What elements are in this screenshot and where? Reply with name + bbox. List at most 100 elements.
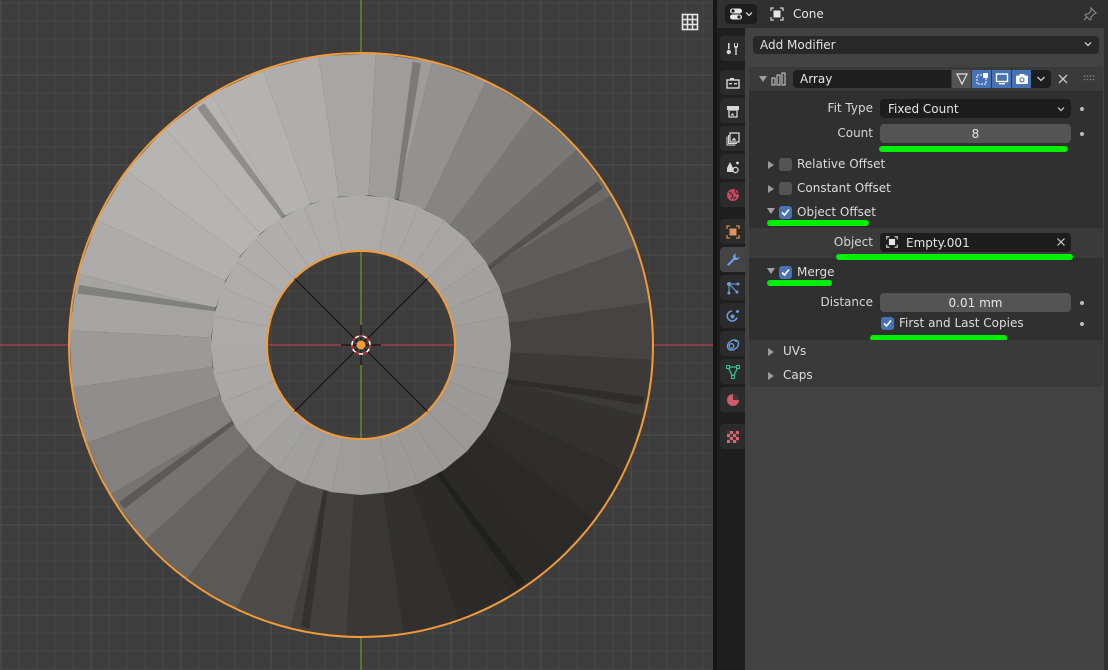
grid-icon (681, 13, 699, 31)
checkmark-icon (781, 208, 790, 217)
uvs-subpanel-header[interactable]: UVs (783, 344, 806, 358)
chevron-down-icon (1084, 42, 1092, 47)
tab-render[interactable] (720, 70, 745, 95)
tab-modifiers[interactable] (720, 247, 745, 272)
edit-mode-toggle[interactable] (972, 70, 991, 88)
mesh-data-icon (725, 364, 740, 379)
view-layer-icon (726, 131, 740, 145)
object-picker-field[interactable]: Empty.001 (880, 233, 1071, 252)
scrollbar[interactable] (1104, 28, 1108, 670)
chevron-down-icon (745, 12, 753, 17)
modifier-extras-dropdown[interactable] (1031, 70, 1051, 88)
expand-toggle-icon[interactable] (768, 185, 774, 193)
count-input[interactable]: 8 (880, 124, 1071, 143)
quad-view-toggle-button[interactable] (676, 8, 704, 36)
monitor-icon (995, 73, 1008, 85)
physics-icon (725, 309, 739, 322)
modifier-name: Array (800, 72, 833, 86)
modifier-name-input[interactable]: Array (793, 70, 951, 88)
tab-physics[interactable] (720, 303, 745, 328)
tab-tool[interactable] (720, 36, 745, 61)
first-last-copies-checkbox[interactable] (881, 317, 894, 330)
drag-handle-icon[interactable] (1083, 74, 1095, 82)
tab-particles[interactable] (720, 275, 745, 300)
first-last-copies-label: First and Last Copies (899, 316, 1024, 330)
remove-modifier-button[interactable] (1055, 70, 1071, 88)
editor-type-button[interactable] (725, 4, 757, 24)
tab-material[interactable] (720, 387, 745, 412)
animate-property-dot[interactable] (1080, 107, 1084, 111)
tool-icon (726, 42, 738, 55)
properties-tabs (717, 28, 745, 670)
object-label: Object (833, 235, 873, 249)
animate-property-dot[interactable] (1080, 132, 1084, 136)
expand-toggle-icon[interactable] (768, 348, 774, 356)
highlight-bar (767, 280, 832, 286)
properties-editor: Cone Add Modifier Array Fit Type Fixed C… (717, 0, 1108, 670)
constant-offset-label: Constant Offset (797, 181, 891, 195)
vertex-triangle-icon (955, 73, 968, 86)
chevron-down-icon (1057, 107, 1065, 112)
constraints-icon (726, 338, 739, 351)
collapse-toggle-icon[interactable] (759, 76, 767, 82)
modifier-properties: Add Modifier Array Fit Type Fixed Count … (745, 28, 1108, 670)
merge-checkbox[interactable] (779, 266, 792, 279)
pin-icon[interactable] (1082, 6, 1098, 22)
relative-offset-checkbox[interactable] (779, 158, 792, 171)
render-toggle[interactable] (1012, 70, 1031, 88)
object-icon (725, 224, 740, 239)
tab-world[interactable] (720, 182, 745, 207)
merge-label: Merge (797, 265, 835, 279)
distance-input[interactable]: 0.01 mm (880, 293, 1071, 312)
distance-value: 0.01 mm (948, 295, 1003, 310)
checkmark-icon (883, 319, 892, 328)
tab-object[interactable] (720, 219, 745, 244)
clear-icon[interactable] (1056, 237, 1066, 247)
3d-viewport[interactable] (0, 0, 713, 670)
object-icon (770, 7, 784, 21)
scene-icon (726, 161, 739, 173)
count-value: 8 (971, 126, 980, 141)
add-modifier-dropdown[interactable]: Add Modifier (753, 36, 1099, 54)
caps-subpanel-header[interactable]: Caps (783, 368, 813, 382)
tab-constraints[interactable] (720, 331, 745, 356)
blender-window: Cone Add Modifier Array Fit Type Fixed C… (0, 0, 1108, 670)
tab-output[interactable] (720, 98, 745, 123)
tab-view-layer[interactable] (720, 126, 745, 151)
animate-property-dot[interactable] (1080, 301, 1084, 305)
collapse-toggle-icon[interactable] (767, 268, 775, 274)
tab-mesh-data[interactable] (720, 359, 745, 384)
wrench-icon (726, 253, 739, 266)
output-icon (726, 105, 739, 118)
object-offset-checkbox[interactable] (779, 206, 792, 219)
distance-label: Distance (820, 295, 873, 309)
render-icon (725, 77, 740, 89)
add-modifier-label: Add Modifier (760, 38, 836, 52)
properties-editor-icon (730, 8, 742, 20)
close-icon (1058, 74, 1068, 84)
count-label: Count (837, 126, 873, 140)
constant-offset-checkbox[interactable] (779, 182, 792, 195)
object-icon (886, 236, 898, 248)
material-icon (726, 393, 739, 406)
collapse-toggle-icon[interactable] (767, 208, 775, 214)
viewport-scene[interactable] (0, 0, 713, 670)
edit-cage-toggle[interactable] (952, 70, 971, 88)
viewport-display-toggle[interactable] (992, 70, 1011, 88)
object-value: Empty.001 (906, 235, 970, 250)
chevron-down-icon (1037, 76, 1045, 82)
expand-toggle-icon[interactable] (768, 161, 774, 169)
highlight-bar (879, 146, 1068, 152)
highlight-bar (767, 220, 869, 226)
context-object-name: Cone (793, 7, 824, 21)
tab-scene[interactable] (720, 154, 745, 179)
edit-mode-icon (976, 73, 988, 85)
camera-icon (1015, 74, 1028, 84)
tab-texture[interactable] (720, 424, 745, 449)
fit-type-dropdown[interactable]: Fixed Count (880, 99, 1071, 118)
checkmark-icon (781, 268, 790, 277)
animate-property-dot[interactable] (1080, 322, 1084, 326)
expand-toggle-icon[interactable] (768, 372, 774, 380)
array-modifier-panel: Array Fit Type Fixed Count Count 8 Relat… (749, 67, 1103, 387)
world-icon (726, 188, 739, 201)
